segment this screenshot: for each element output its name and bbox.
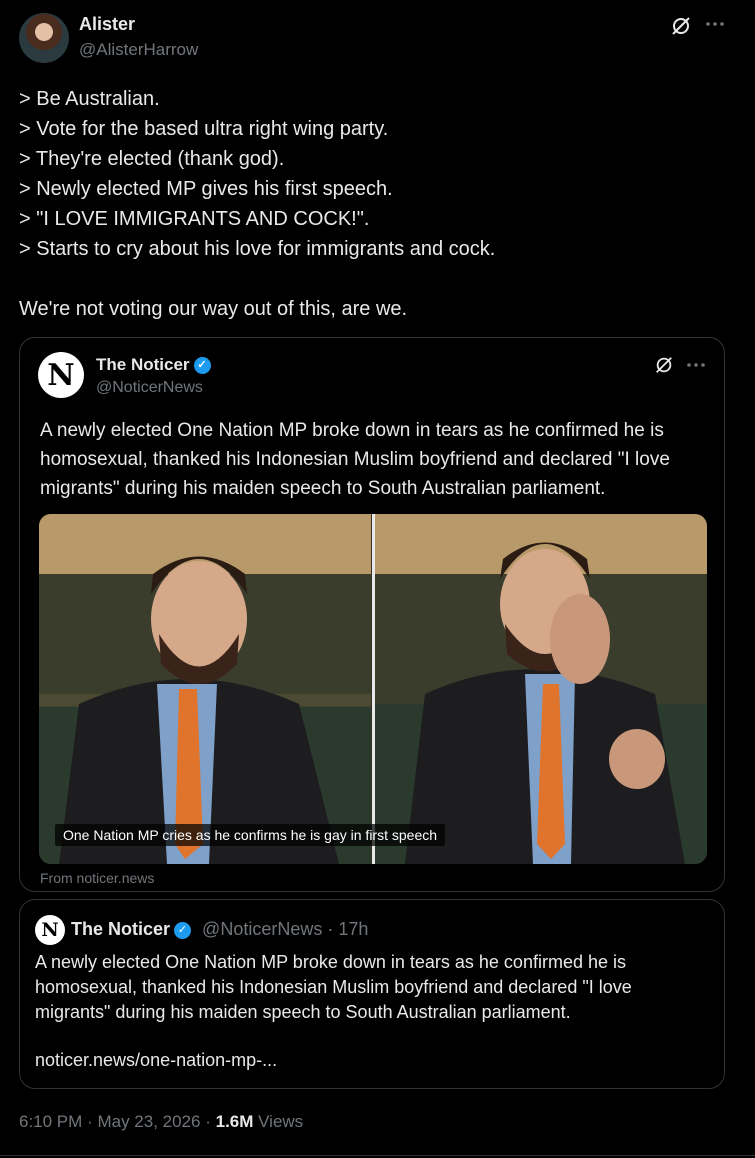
embedded-post-text: A newly elected One Nation MP broke down… xyxy=(40,420,670,499)
quote-text: A newly elected One Nation MP broke down… xyxy=(35,952,632,1022)
embedded-media[interactable]: One Nation MP cries as he confirms he is… xyxy=(39,514,707,864)
quote-link[interactable]: noticer.news/one-nation-mp-... xyxy=(35,1050,277,1071)
media-right-panel xyxy=(375,514,707,864)
embedded-author-handle[interactable]: @NoticerNews xyxy=(96,379,203,397)
speaker-photo-left xyxy=(39,514,371,864)
quoted-post[interactable]: N The Noticer ✓ @NoticerNews · 17h A newl… xyxy=(19,899,725,1089)
post-meta: 6:10 PM · May 23, 2026 · 1.6M Views xyxy=(19,1112,303,1132)
quote-author-row: The Noticer ✓ @NoticerNews · 17h xyxy=(71,919,368,940)
grok-slash-icon[interactable] xyxy=(670,15,692,41)
tweet-text: > Be Australian. > Vote for the based ul… xyxy=(19,88,496,320)
source-link[interactable]: From noticer.news xyxy=(40,870,154,886)
grok-slash-icon[interactable] xyxy=(654,355,674,380)
post-date[interactable]: May 23, 2026 xyxy=(97,1112,200,1131)
quote-time[interactable]: 17h xyxy=(338,919,368,939)
media-left-panel xyxy=(39,514,371,864)
embedded-post-card[interactable]: N The Noticer ✓ @NoticerNews A newly elec… xyxy=(19,337,725,892)
more-dots-icon[interactable] xyxy=(705,14,725,38)
noticer-logo[interactable]: N xyxy=(35,915,65,945)
meta-separator: · xyxy=(205,1112,211,1131)
verified-badge-icon: ✓ xyxy=(174,921,192,939)
meta-separator: · xyxy=(87,1112,93,1131)
media-caption: One Nation MP cries as he confirms he is… xyxy=(55,824,446,846)
quote-author-handle[interactable]: @NoticerNews xyxy=(202,919,322,939)
verified-badge-icon: ✓ xyxy=(193,357,211,375)
avatar[interactable] xyxy=(19,13,69,63)
noticer-logo[interactable]: N xyxy=(38,352,84,398)
views-count: 1.6M xyxy=(215,1112,254,1131)
more-dots-icon[interactable] xyxy=(686,355,706,380)
author-handle[interactable]: @AlisterHarrow xyxy=(79,40,198,60)
speaker-photo-right xyxy=(375,514,707,864)
embedded-author-row: The Noticer ✓ xyxy=(96,355,211,375)
author-name[interactable]: Alister xyxy=(79,14,135,35)
quote-author-name[interactable]: The Noticer xyxy=(71,919,170,939)
post-time[interactable]: 6:10 PM xyxy=(19,1112,82,1131)
divider xyxy=(0,1155,755,1156)
embedded-author-name[interactable]: The Noticer xyxy=(96,355,190,374)
views-label: Views xyxy=(258,1112,304,1131)
quote-separator: · xyxy=(327,919,334,939)
